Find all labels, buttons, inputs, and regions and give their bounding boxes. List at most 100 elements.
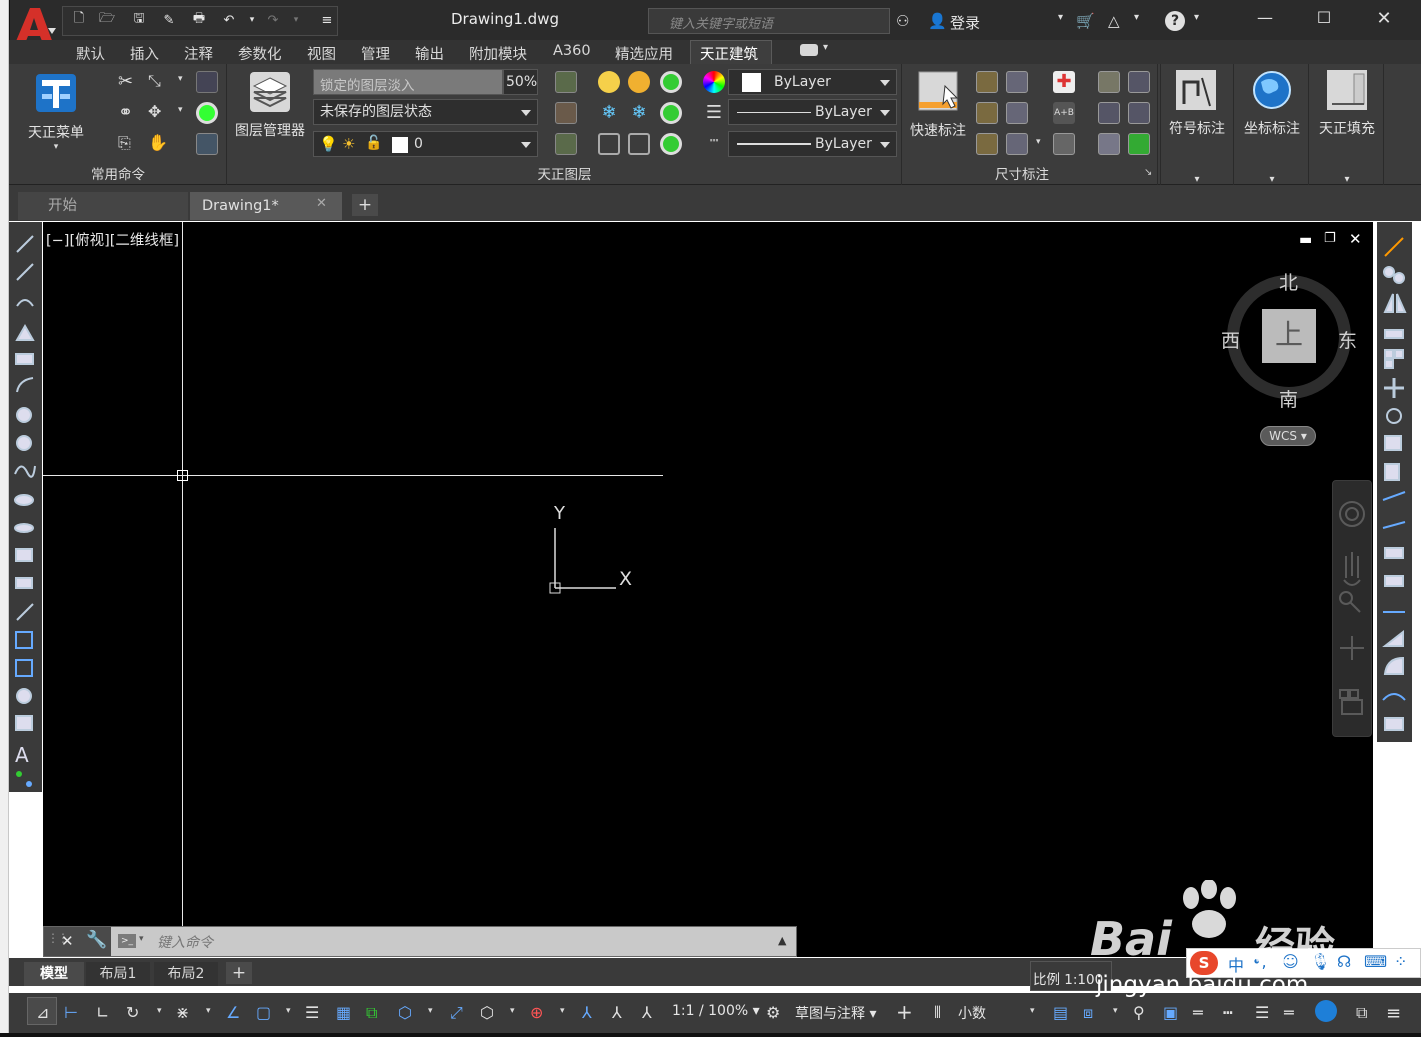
ribbon-minimize-icon[interactable] bbox=[800, 44, 818, 56]
extend-dropdown-icon[interactable]: ▾ bbox=[178, 74, 183, 84]
tab-featured-apps[interactable]: 精选应用 bbox=[615, 43, 673, 64]
unlock-icon[interactable] bbox=[628, 133, 650, 155]
clean-screen-1-icon[interactable]: ═ bbox=[1193, 1003, 1203, 1022]
cart-icon[interactable]: 🛒 bbox=[1076, 12, 1095, 30]
osnap-icon[interactable]: ∠ bbox=[226, 1003, 240, 1022]
tab-tangent-architecture[interactable]: 天正建筑 bbox=[700, 43, 758, 64]
ime-skin-icon[interactable]: ⁘ bbox=[1394, 952, 1407, 971]
search-input[interactable]: 键入关键字或短语 bbox=[648, 8, 890, 34]
clean-screen-4-icon[interactable]: ═ bbox=[1284, 1003, 1294, 1022]
fullscreen-icon[interactable]: ⧉ bbox=[1356, 1003, 1367, 1023]
dim-tool-10-icon[interactable] bbox=[1128, 102, 1150, 124]
pan-hand-icon[interactable]: ✋ bbox=[148, 133, 170, 155]
compass-east[interactable]: 东 bbox=[1338, 326, 1357, 353]
layer-tool-3-icon[interactable] bbox=[555, 133, 577, 155]
symbol-annotation-button[interactable]: 符号标注 ▾ bbox=[1162, 68, 1232, 185]
viewport-scale[interactable]: 1:1 / 100% ▾ bbox=[672, 1003, 760, 1019]
layer-merge-icon[interactable] bbox=[660, 133, 682, 155]
hardware-accel-icon[interactable]: ▣ bbox=[1163, 1003, 1178, 1022]
compass-south[interactable]: 南 bbox=[1279, 385, 1298, 412]
grid-icon[interactable]: ⊢ bbox=[64, 1003, 78, 1022]
command-close-icon[interactable]: ✕ bbox=[61, 932, 74, 950]
tab-insert[interactable]: 插入 bbox=[130, 43, 159, 64]
command-history-expand-icon[interactable]: ▲ bbox=[778, 934, 786, 947]
tangent-fill-button[interactable]: 天正填充 ▾ bbox=[1312, 68, 1382, 185]
compass-west[interactable]: 西 bbox=[1221, 326, 1240, 353]
help-icon[interactable]: ? bbox=[1165, 11, 1185, 31]
layout-tab-layout2[interactable]: 布局2 bbox=[154, 962, 218, 986]
dim-tool-5-icon[interactable] bbox=[976, 133, 998, 155]
layer-state-select[interactable]: 未保存的图层状态 bbox=[313, 99, 538, 125]
command-history-dropdown-icon[interactable]: ▾ bbox=[139, 934, 144, 944]
freeze-icon[interactable]: ❄ bbox=[598, 102, 620, 124]
tangent-menu-button[interactable]: 天正菜单 ▾ bbox=[24, 70, 88, 160]
dim-tool-2-icon[interactable] bbox=[1006, 71, 1028, 93]
save-as-icon[interactable]: ✎ bbox=[160, 12, 178, 28]
lock-ui-dropdown-icon[interactable]: ▾ bbox=[1113, 1006, 1118, 1016]
close-icon[interactable]: ✕ bbox=[1364, 8, 1404, 30]
layout-tab-layout1[interactable]: 布局1 bbox=[86, 962, 150, 986]
annotation-scale-icon[interactable]: ⅄ bbox=[642, 1003, 652, 1022]
layer-tool-2-icon[interactable] bbox=[555, 102, 577, 124]
tab-default[interactable]: 默认 bbox=[76, 43, 105, 64]
tab-view[interactable]: 视图 bbox=[307, 43, 336, 64]
viewport-restore-icon[interactable]: ❐ bbox=[1324, 231, 1336, 246]
viewcube-top-face[interactable]: 上 bbox=[1262, 309, 1316, 363]
dim-tool-12-icon[interactable] bbox=[1128, 133, 1150, 155]
dim-merge-icon[interactable]: A+B bbox=[1053, 102, 1075, 124]
a360-dropdown-icon[interactable]: ▾ bbox=[1134, 12, 1139, 23]
binoculars-icon[interactable]: ⚇ bbox=[896, 12, 909, 30]
move-icon[interactable]: ✥ bbox=[148, 102, 170, 124]
lock-ui-icon[interactable]: ⧈ bbox=[1083, 1003, 1093, 1023]
coordinate-annotation-button[interactable]: 坐标标注 ▾ bbox=[1237, 68, 1307, 185]
layer-isolate-icon[interactable] bbox=[660, 102, 682, 124]
clean-screen-2-icon[interactable]: ┅ bbox=[1223, 1003, 1233, 1022]
offset-icon[interactable]: ⚭ bbox=[118, 102, 140, 124]
minimize-icon[interactable]: — bbox=[1245, 8, 1285, 30]
ortho-icon[interactable]: ∟ bbox=[96, 1003, 109, 1022]
units-select[interactable]: 小数 bbox=[958, 1003, 986, 1023]
layer-walk-icon[interactable] bbox=[660, 71, 682, 93]
workspace-switch[interactable]: 草图与注释 ▾ bbox=[795, 1003, 876, 1023]
dim-tool-9-icon[interactable] bbox=[1098, 102, 1120, 124]
tab-parametric[interactable]: 参数化 bbox=[238, 43, 282, 64]
command-input[interactable]: 键入命令 bbox=[111, 927, 796, 956]
dim-tool-6-dropdown-icon[interactable]: ▾ bbox=[1036, 137, 1041, 147]
dynamic-ucs-icon[interactable]: ⤢ bbox=[450, 1003, 463, 1023]
selection-filter-icon[interactable]: ⬡ bbox=[480, 1003, 494, 1022]
dim-add-icon[interactable]: ✚ bbox=[1053, 71, 1075, 93]
redo-icon[interactable]: ↷ bbox=[264, 12, 282, 28]
viewport-controls-label[interactable]: [−][俯视][二维线框] bbox=[46, 229, 179, 250]
a360-icon[interactable]: △ bbox=[1108, 12, 1120, 30]
units-icon[interactable]: ⦀ bbox=[934, 1003, 941, 1023]
print-icon[interactable]: 🖶 bbox=[190, 11, 208, 28]
dim-tool-6-icon[interactable] bbox=[1006, 133, 1028, 155]
new-tab-icon[interactable]: + bbox=[352, 194, 378, 216]
transparency-icon[interactable]: ▦ bbox=[336, 1003, 351, 1022]
gizmo-icon[interactable]: ⊕ bbox=[530, 1003, 543, 1022]
workspace-gear-icon[interactable]: ⚙ bbox=[766, 1003, 780, 1022]
undo-icon[interactable]: ↶ bbox=[220, 12, 238, 28]
viewport-close-icon[interactable]: ✕ bbox=[1349, 230, 1362, 248]
new-file-icon[interactable]: 🗋 bbox=[70, 11, 88, 28]
3d-osnap-dropdown-icon[interactable]: ▾ bbox=[428, 1006, 433, 1016]
layer-manager-button[interactable]: 图层管理器 bbox=[232, 68, 308, 160]
lock-icon[interactable] bbox=[598, 133, 620, 155]
dim-tool-4-icon[interactable] bbox=[1006, 102, 1028, 124]
viewport-minimize-icon[interactable]: ▬ bbox=[1299, 232, 1312, 248]
command-prompt-icon[interactable]: >_ bbox=[118, 934, 136, 948]
user-icon[interactable]: 👤 bbox=[928, 12, 947, 30]
trim-icon[interactable]: ✂ bbox=[118, 71, 140, 93]
copy-icon[interactable]: ⎘ bbox=[118, 133, 140, 155]
save-icon[interactable]: 🖫 bbox=[130, 11, 148, 28]
layer-iso-icon[interactable] bbox=[196, 71, 218, 93]
dim-tool-8-icon[interactable] bbox=[1128, 71, 1150, 93]
object-snap-dropdown-icon[interactable]: ▾ bbox=[286, 1006, 291, 1016]
object-snap-icon[interactable]: ▢ bbox=[256, 1003, 271, 1022]
sign-in-button[interactable]: 登录 bbox=[950, 12, 980, 33]
maximize-icon[interactable]: ☐ bbox=[1304, 8, 1344, 30]
layer-on-icon[interactable] bbox=[196, 102, 218, 124]
customization-menu-icon[interactable]: ≡ bbox=[1386, 1003, 1401, 1024]
isodraft-dropdown-icon[interactable]: ▾ bbox=[206, 1006, 211, 1016]
tab-a360[interactable]: A360 bbox=[553, 43, 591, 59]
